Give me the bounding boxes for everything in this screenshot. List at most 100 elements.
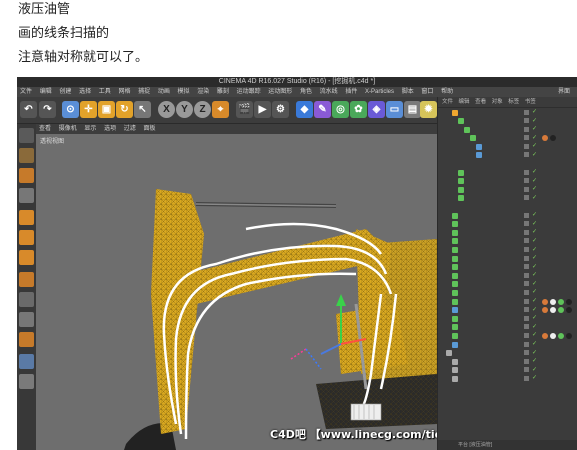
object-row[interactable]: ✓ xyxy=(438,220,577,229)
model-mode-icon[interactable] xyxy=(19,148,34,163)
render-picture-viewer-icon[interactable]: ▶ xyxy=(254,101,271,118)
camera-icon[interactable]: ▤ xyxy=(404,101,421,118)
rotate-icon[interactable]: ↻ xyxy=(116,101,133,118)
edges-mode-icon[interactable] xyxy=(19,230,34,245)
menu-animate[interactable]: 动画 xyxy=(158,87,170,97)
object-row[interactable]: ✓ xyxy=(438,357,577,366)
object-row[interactable]: ✓ xyxy=(438,125,577,134)
vp-menu-display[interactable]: 显示 xyxy=(84,126,96,132)
vp-menu-options[interactable]: 选项 xyxy=(104,126,116,132)
select-arrow-icon[interactable]: ↖ xyxy=(134,101,151,118)
layout-label[interactable]: 界面 xyxy=(558,87,570,97)
grid-icon[interactable] xyxy=(19,354,34,369)
subdivision-surface-icon[interactable]: ◎ xyxy=(332,101,349,118)
render-settings-icon[interactable]: ⚙ xyxy=(272,101,289,118)
lock-workplane-icon[interactable] xyxy=(19,332,34,347)
live-select-icon[interactable]: ⊙ xyxy=(62,101,79,118)
y-axis-icon[interactable]: Y xyxy=(176,101,193,118)
menu-plugins[interactable]: 插件 xyxy=(345,87,357,97)
object-row[interactable] xyxy=(438,203,577,212)
object-row[interactable]: ✓ xyxy=(438,340,577,349)
object-row[interactable]: ✓ xyxy=(438,177,577,186)
menu-sculpt[interactable]: 雕刻 xyxy=(217,87,229,97)
object-row[interactable]: ✓ xyxy=(438,228,577,237)
snap-icon[interactable] xyxy=(19,312,34,327)
object-row[interactable]: ✓ xyxy=(438,211,577,220)
object-row[interactable]: ✓ xyxy=(438,349,577,358)
move-icon[interactable]: ✛ xyxy=(80,101,97,118)
menu-file[interactable]: 文件 xyxy=(20,87,32,97)
menu-tools[interactable]: 工具 xyxy=(99,87,111,97)
object-row[interactable]: ✓ xyxy=(438,323,577,332)
menu-mesh[interactable]: 网格 xyxy=(118,87,130,97)
object-row[interactable]: ✓ xyxy=(438,297,577,306)
points-mode-icon[interactable] xyxy=(19,210,34,225)
object-row[interactable]: ✓ xyxy=(438,280,577,289)
om-menu-view[interactable]: 查看 xyxy=(475,99,486,105)
object-row[interactable]: ✓ xyxy=(438,366,577,375)
vp-menu-filter[interactable]: 过滤 xyxy=(124,126,136,132)
menu-pipeline[interactable]: 流水线 xyxy=(320,87,338,97)
om-menu-file[interactable]: 文件 xyxy=(442,99,453,105)
make-editable-icon[interactable] xyxy=(19,128,34,143)
scale-icon[interactable]: ▣ xyxy=(98,101,115,118)
menu-xparticles[interactable]: X-Particles xyxy=(365,87,394,97)
menu-render[interactable]: 渲染 xyxy=(197,87,209,97)
object-row[interactable]: ✓ xyxy=(438,117,577,126)
redo-icon[interactable]: ↷ xyxy=(39,101,56,118)
object-row[interactable]: ✓ xyxy=(438,314,577,323)
spline-pen-icon[interactable]: ✎ xyxy=(314,101,331,118)
object-row[interactable]: ✓ xyxy=(438,254,577,263)
object-row[interactable]: ✓ xyxy=(438,288,577,297)
om-menu-objects[interactable]: 对象 xyxy=(492,99,503,105)
om-menu-bookmarks[interactable]: 书签 xyxy=(525,99,536,105)
perspective-viewport[interactable]: 透视视图 xyxy=(36,134,437,450)
object-row[interactable]: ✓ xyxy=(438,331,577,340)
menu-create[interactable]: 创建 xyxy=(59,87,71,97)
solo-icon[interactable] xyxy=(19,374,34,389)
vp-menu-camera[interactable]: 摄像机 xyxy=(59,126,77,132)
vp-menu-view[interactable]: 查看 xyxy=(39,126,51,132)
tweak-mode-icon[interactable] xyxy=(19,292,34,307)
deformer-icon[interactable]: ◈ xyxy=(368,101,385,118)
menu-window[interactable]: 窗口 xyxy=(421,87,433,97)
object-row[interactable]: ✓ xyxy=(438,271,577,280)
object-row[interactable] xyxy=(438,160,577,169)
object-row[interactable]: ✓ xyxy=(438,374,577,383)
menu-select[interactable]: 选择 xyxy=(79,87,91,97)
undo-icon[interactable]: ↶ xyxy=(20,101,37,118)
axis-mode-icon[interactable] xyxy=(19,272,34,287)
object-row[interactable]: ✓ xyxy=(438,246,577,255)
object-row[interactable]: ✓ xyxy=(438,194,577,203)
menu-motion-tracking[interactable]: 运动跟踪 xyxy=(237,87,261,97)
texture-mode-icon[interactable] xyxy=(19,168,34,183)
coordinate-system-icon[interactable]: ⌖ xyxy=(212,101,229,118)
object-row[interactable]: ✓ xyxy=(438,306,577,315)
object-row[interactable]: ✓ xyxy=(438,263,577,272)
menu-edit[interactable]: 编辑 xyxy=(40,87,52,97)
render-view-icon[interactable]: 🎬 xyxy=(236,101,253,118)
menu-simulate[interactable]: 模拟 xyxy=(178,87,190,97)
vp-menu-panel[interactable]: 面板 xyxy=(143,126,155,132)
object-row[interactable]: ✓ xyxy=(438,237,577,246)
om-menu-tags[interactable]: 标签 xyxy=(508,99,519,105)
object-row[interactable]: ✓ xyxy=(438,168,577,177)
cube-icon[interactable]: ◆ xyxy=(296,101,313,118)
workplane-icon[interactable] xyxy=(19,188,34,203)
menu-script[interactable]: 脚本 xyxy=(402,87,414,97)
object-row[interactable]: ✓ xyxy=(438,185,577,194)
menu-snap[interactable]: 捕捉 xyxy=(138,87,150,97)
object-row[interactable]: ✓ xyxy=(438,134,577,143)
menu-help[interactable]: 帮助 xyxy=(441,87,453,97)
array-icon[interactable]: ✿ xyxy=(350,101,367,118)
light-icon[interactable]: ✹ xyxy=(420,101,437,118)
z-axis-icon[interactable]: Z xyxy=(194,101,211,118)
menu-character[interactable]: 角色 xyxy=(300,87,312,97)
om-menu-edit[interactable]: 编辑 xyxy=(459,99,470,105)
floor-icon[interactable]: ▭ xyxy=(386,101,403,118)
object-row[interactable]: ✓ xyxy=(438,142,577,151)
object-row[interactable]: ✓ xyxy=(438,151,577,160)
x-axis-icon[interactable]: X xyxy=(158,101,175,118)
object-row[interactable]: ✓ xyxy=(438,108,577,117)
polygons-mode-icon[interactable] xyxy=(19,250,34,265)
